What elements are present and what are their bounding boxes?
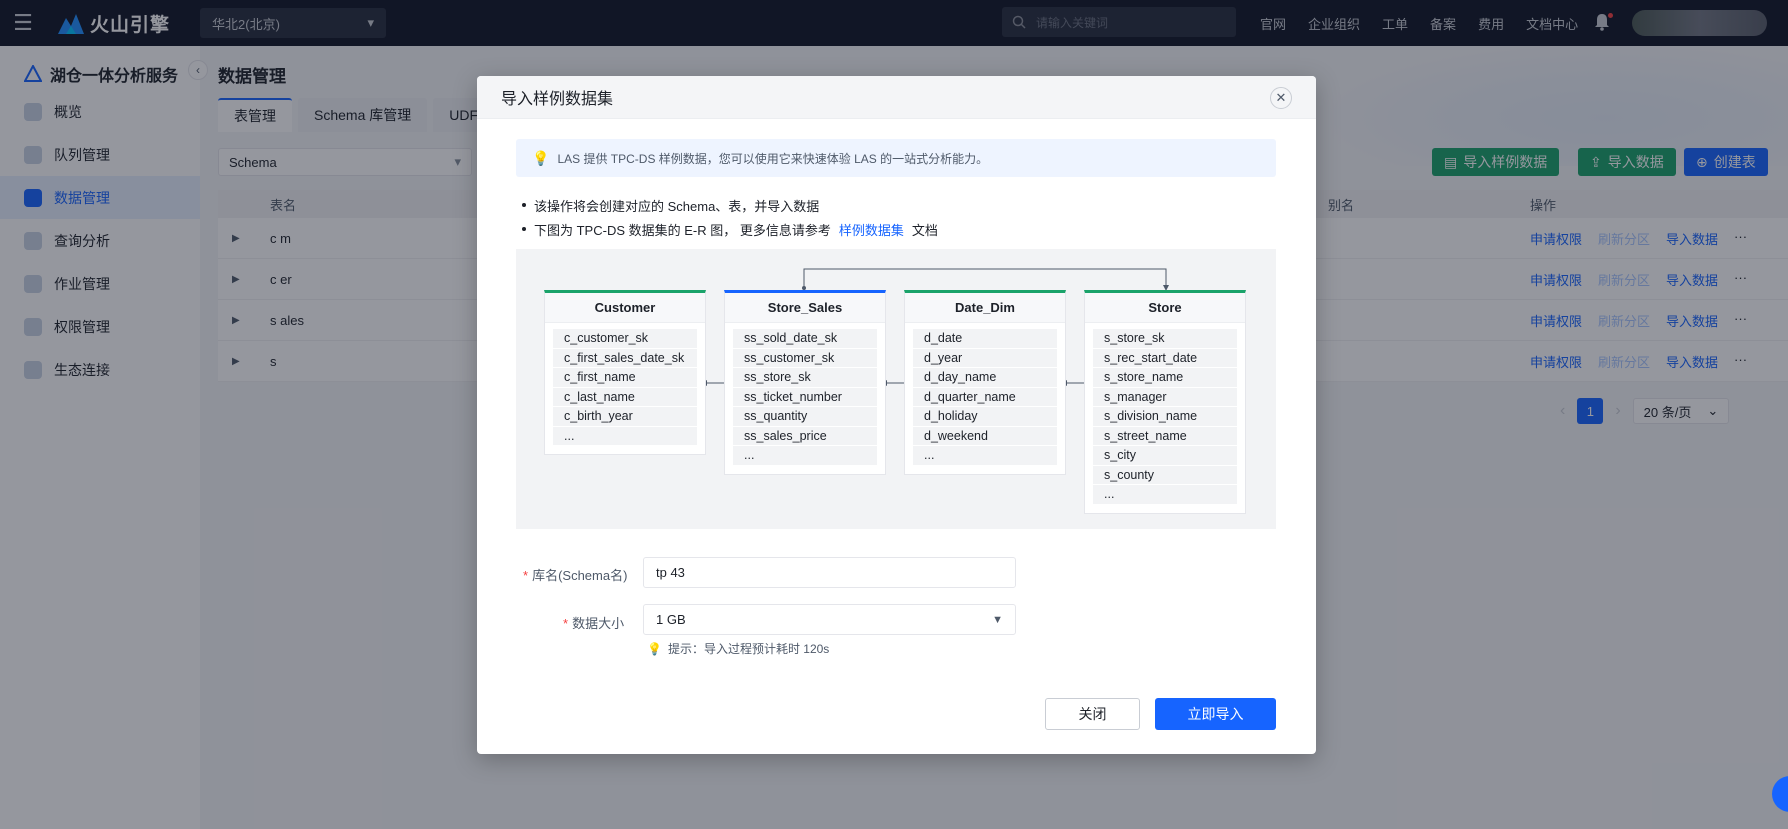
entity-field: s_street_name [1093, 426, 1237, 446]
entity-field: d_date [913, 329, 1057, 349]
entity-store-sales: Store_Sales ss_sold_date_sk ss_customer_… [724, 290, 886, 475]
close-button[interactable]: 关闭 [1045, 698, 1140, 730]
required-mark: * [523, 568, 529, 583]
instruction-list: 该操作将会创建对应的 Schema、表，并导入数据 下图为 TPC-DS 数据集… [522, 193, 938, 241]
list-item: 下图为 TPC-DS 数据集的 E-R 图， 更多信息请参考 样例数据集 文档 [522, 217, 938, 241]
entity-field: ss_sold_date_sk [733, 329, 877, 349]
entity-field: d_year [913, 348, 1057, 368]
lightbulb-icon: 💡 [647, 641, 662, 656]
entity-store: Store s_store_sk s_rec_start_date s_stor… [1084, 290, 1246, 514]
entity-field: ss_ticket_number [733, 387, 877, 407]
dialog-title: 导入样例数据集 [477, 76, 1316, 119]
entity-field: d_weekend [913, 426, 1057, 446]
info-tip-text: LAS 提供 TPC-DS 样例数据，您可以使用它来快速体验 LAS 的一站式分… [557, 151, 989, 166]
list-item: 该操作将会创建对应的 Schema、表，并导入数据 [522, 193, 938, 217]
entity-field: d_quarter_name [913, 387, 1057, 407]
entity-field: ss_customer_sk [733, 348, 877, 368]
entity-field: s_store_sk [1093, 329, 1237, 349]
entity-title: Store [1085, 293, 1245, 323]
entity-field: d_day_name [913, 368, 1057, 388]
bullet-text: 下图为 TPC-DS 数据集的 E-R 图， 更多信息请参考 [534, 222, 831, 238]
chevron-down-icon: ▼ [992, 613, 1003, 626]
entity-field: ... [913, 446, 1057, 466]
import-now-button[interactable]: 立即导入 [1155, 698, 1276, 730]
data-size-label-text: 数据大小 [572, 616, 625, 631]
er-diagram: Customer c_customer_sk c_first_sales_dat… [516, 249, 1276, 529]
entity-field: ss_quantity [733, 407, 877, 427]
entity-field: s_store_name [1093, 368, 1237, 388]
entity-field: c_last_name [553, 387, 697, 407]
import-sample-dialog: 导入样例数据集 ✕ 💡 LAS 提供 TPC-DS 样例数据，您可以使用它来快速… [477, 76, 1316, 754]
bullet-dot [522, 203, 526, 207]
entity-field: c_customer_sk [553, 329, 697, 349]
bullet-dot [522, 227, 526, 231]
entity-field: c_birth_year [553, 407, 697, 427]
schema-name-value: tp 43 [656, 565, 685, 580]
bullet-text: 该操作将会创建对应的 Schema、表，并导入数据 [534, 198, 820, 214]
schema-name-label: * 库名(Schema名) [523, 565, 627, 584]
entity-field: c_first_sales_date_sk [553, 348, 697, 368]
schema-name-input[interactable]: tp 43 [643, 557, 1016, 588]
duration-hint: 💡 提示：导入过程预计耗时 120s [647, 640, 829, 657]
close-icon[interactable]: ✕ [1270, 87, 1292, 109]
entity-field: s_division_name [1093, 407, 1237, 427]
required-mark: * [563, 616, 569, 631]
entity-field: ... [733, 446, 877, 466]
entity-field: s_city [1093, 446, 1237, 466]
schema-name-label-text: 库名(Schema名) [532, 568, 628, 583]
bullet-suffix: 文档 [911, 222, 938, 238]
entity-field: ... [553, 426, 697, 446]
entity-field: c_first_name [553, 368, 697, 388]
entity-field: s_rec_start_date [1093, 348, 1237, 368]
entity-date-dim: Date_Dim d_date d_year d_day_name d_quar… [904, 290, 1066, 475]
entity-field: d_holiday [913, 407, 1057, 427]
entity-title: Store_Sales [725, 293, 885, 323]
data-size-value: 1 GB [656, 612, 686, 627]
entity-title: Date_Dim [905, 293, 1065, 323]
info-tip: 💡 LAS 提供 TPC-DS 样例数据，您可以使用它来快速体验 LAS 的一站… [516, 139, 1276, 177]
lightbulb-icon: 💡 [532, 149, 550, 166]
entity-field: ... [1093, 485, 1237, 505]
duration-hint-text: 提示：导入过程预计耗时 120s [667, 642, 830, 656]
entity-customer: Customer c_customer_sk c_first_sales_dat… [544, 290, 706, 455]
entity-title: Customer [545, 293, 705, 323]
sample-dataset-link[interactable]: 样例数据集 [839, 220, 904, 239]
entity-field: ss_store_sk [733, 368, 877, 388]
data-size-label: * 数据大小 [563, 613, 624, 632]
entity-field: s_manager [1093, 387, 1237, 407]
data-size-select[interactable]: 1 GB ▼ [643, 604, 1016, 635]
entity-field: ss_sales_price [733, 426, 877, 446]
entity-field: s_county [1093, 465, 1237, 485]
